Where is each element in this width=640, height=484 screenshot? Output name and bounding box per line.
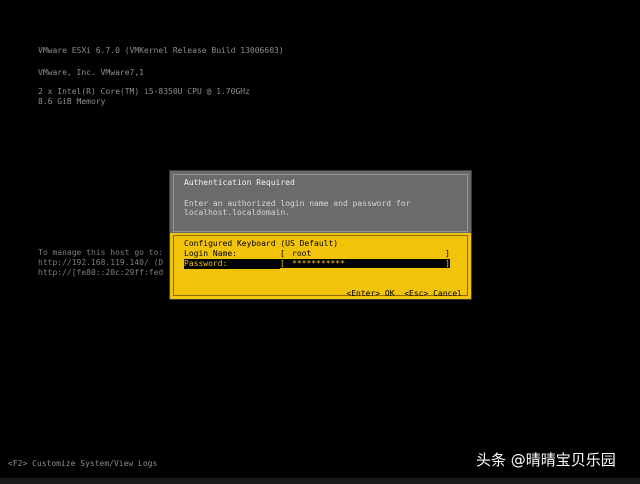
- ok-button[interactable]: <Enter> OK: [346, 289, 394, 298]
- login-name-value: root: [292, 249, 312, 258]
- customize-system-hint[interactable]: <F2> Customize System/View Logs: [8, 459, 157, 469]
- cpu-line: 2 x Intel(R) Core(TM) i5-8350U CPU @ 1.7…: [38, 87, 250, 96]
- password-bracket-open: [: [280, 259, 285, 268]
- login-name-label: Login Name:: [184, 249, 237, 258]
- dialog-header: Authentication Required Enter an authori…: [170, 171, 471, 233]
- password-value: ***********: [292, 259, 345, 268]
- dialog-actions: <Enter> OK <Esc> Cancel: [308, 279, 462, 309]
- manage-heading: To manage this host go to:: [38, 248, 164, 257]
- version-line: VMware ESXi 6.7.0 (VMKernel Release Buil…: [38, 46, 284, 55]
- cancel-button[interactable]: <Esc> Cancel: [404, 289, 462, 298]
- bottom-status-strip: [0, 478, 640, 484]
- memory-line: 8.6 GiB Memory: [38, 97, 106, 106]
- password-label: Password:: [184, 259, 280, 269]
- keyboard-label: Configured Keyboard (US Default): [184, 239, 339, 248]
- vendor-line: VMware, Inc. VMware7,1: [38, 68, 144, 77]
- dialog-title: Authentication Required: [184, 178, 295, 187]
- login-bracket-open: [: [280, 249, 285, 258]
- password-field[interactable]: [ *********** ]: [280, 259, 450, 268]
- login-name-field[interactable]: [ root ]: [280, 249, 450, 258]
- console-screen: VMware ESXi 6.7.0 (VMKernel Release Buil…: [0, 0, 640, 484]
- login-bracket-close: ]: [445, 249, 450, 258]
- dialog-body: Configured Keyboard (US Default) Login N…: [170, 233, 471, 299]
- watermark: 头条 @晴晴宝贝乐园: [476, 451, 616, 469]
- dialog-message-line2: localhost.localdomain.: [184, 208, 290, 217]
- password-bracket-close: ]: [445, 259, 450, 268]
- manage-url-ipv6: http://[fe80::20c:29ff:fed: [38, 268, 164, 277]
- manage-url-ipv4: http://192.168.119.140/ (D: [38, 258, 164, 267]
- authentication-dialog: Authentication Required Enter an authori…: [169, 170, 472, 300]
